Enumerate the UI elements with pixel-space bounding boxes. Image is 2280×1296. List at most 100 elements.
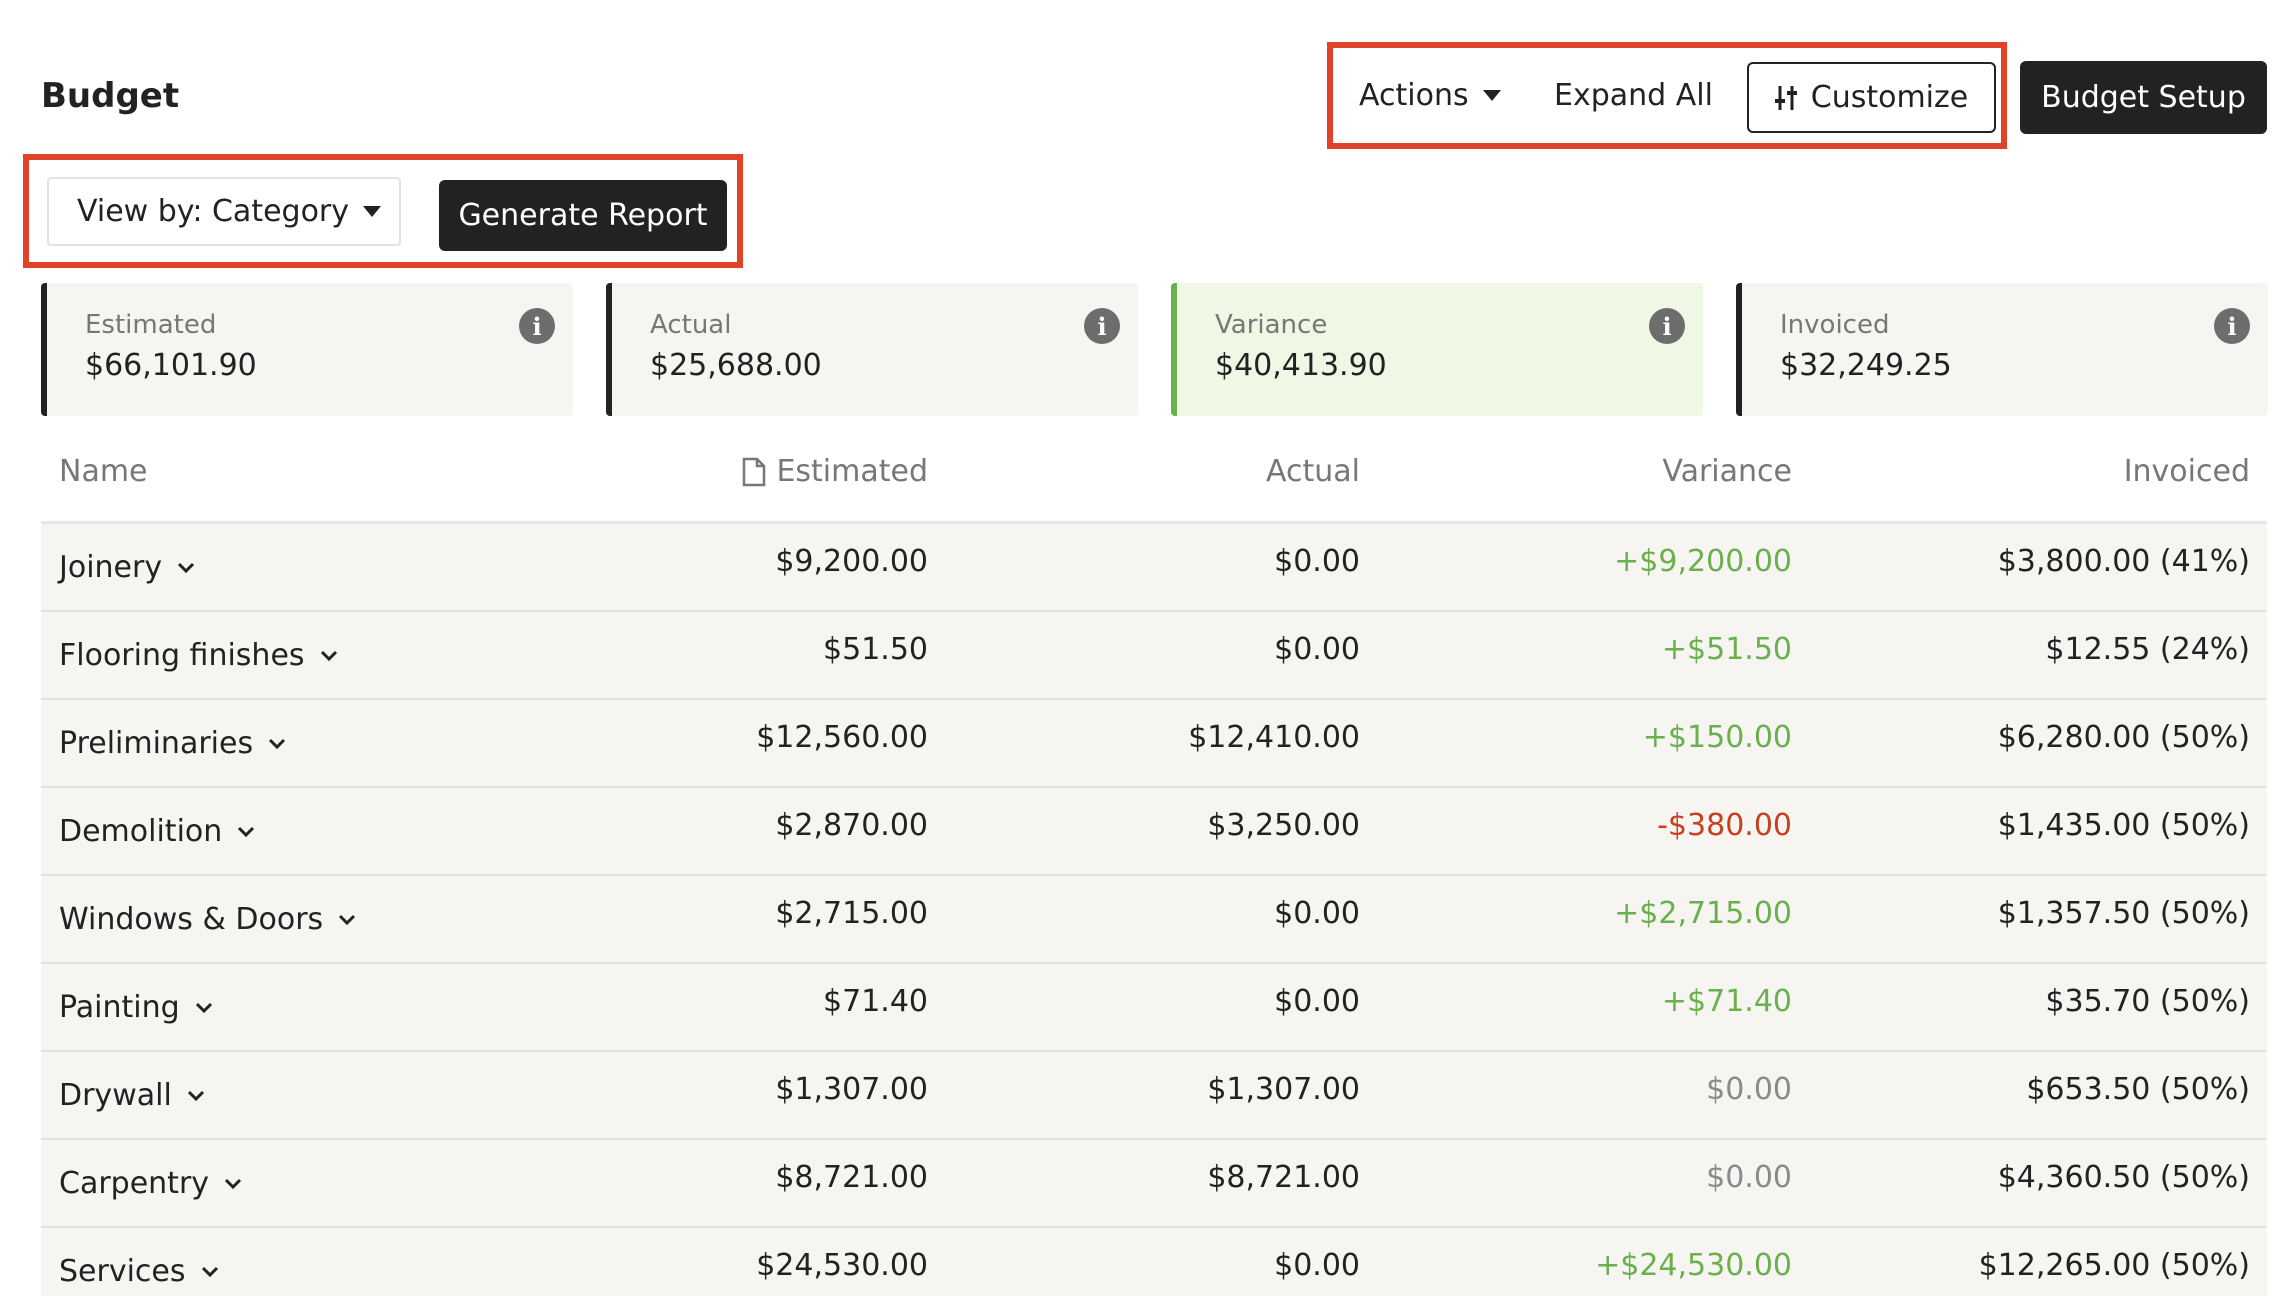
generate-report-button[interactable]: Generate Report [439,180,727,251]
table-row[interactable]: Flooring finishes $51.50 $0.00 +$51.50 $12.5… [41,612,2267,700]
info-icon[interactable]: i [2214,308,2250,344]
row-invoiced: $3,800.00 (41%) [1997,544,2250,579]
row-invoiced: $12.55 (24%) [2045,632,2250,667]
card-label: Invoiced [1780,310,1890,340]
row-name[interactable]: Windows & Doors [59,902,357,937]
table-row[interactable]: Preliminaries $12,560.00 $12,410.00 +$150.0… [41,700,2267,788]
chevron-down-icon[interactable] [337,913,357,927]
row-name[interactable]: Joinery [59,550,196,585]
view-by-dropdown[interactable]: View by: Category [47,177,401,246]
row-actual: $0.00 [1274,984,1360,1019]
row-estimated: $9,200.00 [775,544,928,579]
row-actual: $3,250.00 [1207,808,1360,843]
actions-menu[interactable]: Actions [1359,48,1501,143]
chevron-down-icon[interactable] [200,1265,220,1279]
row-invoiced: $35.70 (50%) [2045,984,2250,1019]
summary-card-estimated: Estimated $66,101.90 i [41,283,573,416]
card-label: Estimated [85,310,217,340]
row-invoiced: $653.50 (50%) [2026,1072,2250,1107]
budget-table: Name Estimated Actual Variance Invoiced … [41,436,2267,1296]
row-variance: $0.00 [1706,1160,1792,1195]
page-title: Budget [41,76,180,116]
table-header: Name Estimated Actual Variance Invoiced [41,436,2267,524]
summary-card-actual: Actual $25,688.00 i [606,283,1138,416]
customize-button[interactable]: Customize [1747,62,1996,133]
column-header-variance[interactable]: Variance [1662,454,1792,489]
chevron-down-icon[interactable] [194,1001,214,1015]
row-variance: +$51.50 [1661,632,1792,667]
row-estimated: $24,530.00 [756,1248,928,1283]
row-name-label: Flooring finishes [59,638,305,673]
row-variance: +$71.40 [1661,984,1792,1019]
table-body: Joinery $9,200.00 $0.00 +$9,200.00 $3,800.00… [41,524,2267,1296]
card-label: Actual [650,310,732,340]
column-header-estimated[interactable]: Estimated [742,454,928,489]
row-estimated: $2,715.00 [775,896,928,931]
summary-card-invoiced: Invoiced $32,249.25 i [1736,283,2268,416]
row-estimated: $51.50 [823,632,928,667]
column-header-invoiced[interactable]: Invoiced [2124,454,2250,489]
table-row[interactable]: Services $24,530.00 $0.00 +$24,530.00 $12,26… [41,1228,2267,1296]
row-invoiced: $4,360.50 (50%) [1997,1160,2250,1195]
row-estimated: $1,307.00 [775,1072,928,1107]
row-actual: $8,721.00 [1207,1160,1360,1195]
chevron-down-icon[interactable] [186,1089,206,1103]
row-estimated: $71.40 [823,984,928,1019]
chevron-down-icon[interactable] [236,825,256,839]
chevron-down-icon[interactable] [319,649,339,663]
table-row[interactable]: Drywall $1,307.00 $1,307.00 $0.00 $653.50 (5… [41,1052,2267,1140]
report-controls: View by: Category Generate Report [23,154,743,268]
caret-down-icon [363,206,382,217]
row-actual: $12,410.00 [1188,720,1360,755]
row-variance: +$2,715.00 [1614,896,1792,931]
chevron-down-icon[interactable] [223,1177,243,1191]
row-name-label: Joinery [59,550,163,585]
row-actual: $0.00 [1274,632,1360,667]
row-name[interactable]: Painting [59,990,214,1025]
row-name-label: Drywall [59,1078,172,1113]
row-invoiced: $1,357.50 (50%) [1997,896,2250,931]
column-header-actual[interactable]: Actual [1266,454,1360,489]
row-name[interactable]: Preliminaries [59,726,287,761]
row-variance: $0.00 [1706,1072,1792,1107]
caret-down-icon [1482,90,1501,101]
row-invoiced: $1,435.00 (50%) [1997,808,2250,843]
column-header-name[interactable]: Name [59,454,148,489]
row-variance: +$150.00 [1642,720,1792,755]
customize-label: Customize [1810,80,1969,115]
table-row[interactable]: Carpentry $8,721.00 $8,721.00 $0.00 $4,360.5… [41,1140,2267,1228]
row-name-label: Demolition [59,814,223,849]
info-icon[interactable]: i [519,308,555,344]
chevron-down-icon[interactable] [267,737,287,751]
row-estimated: $2,870.00 [775,808,928,843]
info-icon[interactable]: i [1649,308,1685,344]
card-value: $40,413.90 [1215,348,1387,383]
table-row[interactable]: Painting $71.40 $0.00 +$71.40 $35.70 (50%) [41,964,2267,1052]
row-invoiced: $12,265.00 (50%) [1978,1248,2250,1283]
sliders-icon [1774,85,1797,110]
row-name-label: Carpentry [59,1166,210,1201]
table-row[interactable]: Demolition $2,870.00 $3,250.00 -$380.00 $1,4… [41,788,2267,876]
budget-setup-button[interactable]: Budget Setup [2020,61,2267,134]
document-icon [743,457,766,486]
row-variance: +$9,200.00 [1614,544,1792,579]
row-name[interactable]: Flooring finishes [59,638,339,673]
expand-all-button[interactable]: Expand All [1554,48,1713,143]
row-name-label: Preliminaries [59,726,254,761]
actions-label: Actions [1359,78,1469,113]
row-name[interactable]: Carpentry [59,1166,243,1201]
row-estimated: $8,721.00 [775,1160,928,1195]
card-value: $32,249.25 [1780,348,1952,383]
row-name[interactable]: Services [59,1254,220,1289]
row-name[interactable]: Drywall [59,1078,206,1113]
chevron-down-icon[interactable] [176,561,196,575]
top-toolbar: Actions Expand All Customize [1327,42,2007,149]
table-row[interactable]: Windows & Doors $2,715.00 $0.00 +$2,715.00 $… [41,876,2267,964]
row-name-label: Windows & Doors [59,902,324,937]
row-name[interactable]: Demolition [59,814,256,849]
info-icon[interactable]: i [1084,308,1120,344]
row-estimated: $12,560.00 [756,720,928,755]
table-row[interactable]: Joinery $9,200.00 $0.00 +$9,200.00 $3,800.00… [41,524,2267,612]
row-name-label: Services [59,1254,186,1289]
row-variance: +$24,530.00 [1595,1248,1792,1283]
